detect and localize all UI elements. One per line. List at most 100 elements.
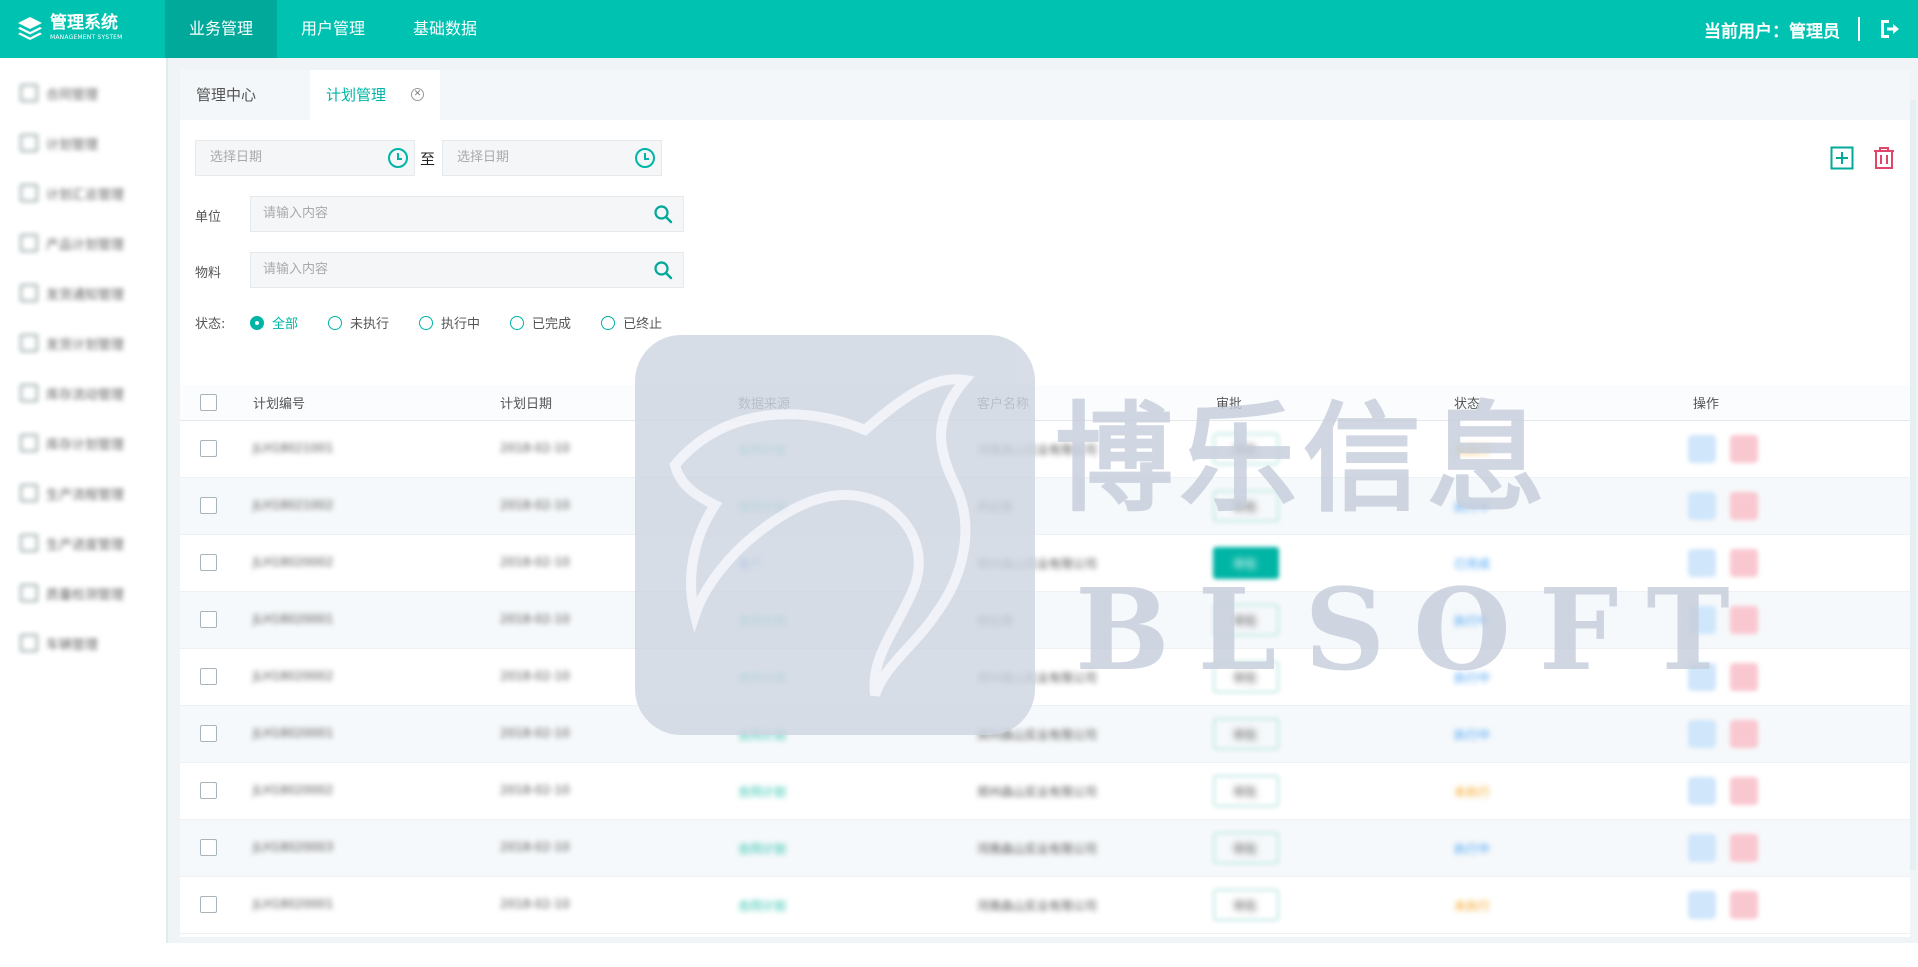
sidebar-item-label: 车辆管理 xyxy=(46,637,99,653)
approve-button[interactable]: 审批 xyxy=(1213,832,1279,864)
plan-date: 2018-02-10 xyxy=(500,498,570,512)
approve-button[interactable]: 审批 xyxy=(1213,547,1279,579)
document-icon xyxy=(20,384,38,402)
status-radio-all[interactable]: 全部 xyxy=(250,313,298,332)
status-radio-not-executed[interactable]: 未执行 xyxy=(328,313,389,332)
row-checkbox[interactable] xyxy=(200,668,217,685)
clock-icon[interactable] xyxy=(388,148,408,168)
sidebar-item[interactable]: 生产流程管理 xyxy=(0,468,166,518)
edit-icon[interactable] xyxy=(1688,720,1716,748)
sidebar-item[interactable]: 计划管理 xyxy=(0,118,166,168)
document-icon xyxy=(20,184,38,202)
sidebar-item[interactable]: 合同管理 xyxy=(0,68,166,118)
approve-label: 审批 xyxy=(1233,500,1258,514)
row-checkbox[interactable] xyxy=(200,839,217,856)
sidebar-item[interactable]: 生产进度管理 xyxy=(0,518,166,568)
select-all-checkbox[interactable] xyxy=(200,394,217,411)
approve-button[interactable]: 审批 xyxy=(1213,433,1279,465)
status-radio-executing[interactable]: 执行中 xyxy=(419,313,480,332)
search-icon[interactable] xyxy=(653,204,673,224)
approve-button[interactable]: 审批 xyxy=(1213,490,1279,522)
sidebar-item[interactable]: 库存流动管理 xyxy=(0,368,166,418)
col-plan-date: 计划日期 xyxy=(500,397,553,412)
edit-icon[interactable] xyxy=(1688,663,1716,691)
top-bar: 管理系统 MANAGEMENT SYSTEM 业务管理 用户管理 基础数据 当前… xyxy=(0,0,1918,58)
approve-button[interactable]: 审批 xyxy=(1213,661,1279,693)
delete-icon[interactable] xyxy=(1730,777,1758,805)
approve-button[interactable]: 审批 xyxy=(1213,889,1279,921)
customer-name: 河南森山实业有限公司 xyxy=(977,443,1098,457)
edit-icon[interactable] xyxy=(1688,777,1716,805)
sidebar: 合同管理 计划管理 计划汇总管理 产品计划管理 发货通知管理 发货计划管理 库存… xyxy=(0,58,168,943)
sidebar-item[interactable]: 库存计划管理 xyxy=(0,418,166,468)
start-date-input[interactable]: 选择日期 xyxy=(195,140,415,176)
unit-label: 单位 xyxy=(195,210,222,225)
customer-name: 河南森山实业有限公司 xyxy=(977,842,1098,856)
delete-icon[interactable] xyxy=(1730,549,1758,577)
table-row: JLH18020001 2018-02-10 合同计划 河南森山实业有限公司 审… xyxy=(180,877,1910,934)
sidebar-item-label: 生产流程管理 xyxy=(46,487,125,503)
sidebar-item[interactable]: 质量检测管理 xyxy=(0,568,166,618)
radio-label: 已终止 xyxy=(623,317,663,332)
edit-icon[interactable] xyxy=(1688,492,1716,520)
sidebar-item[interactable]: 发货通知管理 xyxy=(0,268,166,318)
logout-icon[interactable] xyxy=(1878,18,1900,40)
sidebar-item-label: 产品计划管理 xyxy=(46,237,125,253)
edit-icon[interactable] xyxy=(1688,891,1716,919)
material-input[interactable]: 请输入内容 xyxy=(250,252,684,288)
status-radio-completed[interactable]: 已完成 xyxy=(510,313,571,332)
nav-basic-data[interactable]: 基础数据 xyxy=(389,0,501,58)
status-radio-terminated[interactable]: 已终止 xyxy=(601,313,662,332)
nav-users[interactable]: 用户管理 xyxy=(277,0,389,58)
edit-icon[interactable] xyxy=(1688,549,1716,577)
delete-icon[interactable] xyxy=(1730,492,1758,520)
tab-management-center[interactable]: 管理中心 xyxy=(180,70,272,120)
vertical-scrollbar[interactable] xyxy=(1910,100,1916,870)
delete-icon[interactable] xyxy=(1730,834,1758,862)
plus-square-icon[interactable] xyxy=(1830,146,1854,170)
approve-button[interactable]: 审批 xyxy=(1213,775,1279,807)
row-checkbox[interactable] xyxy=(200,611,217,628)
sidebar-item[interactable]: 发货计划管理 xyxy=(0,318,166,368)
sidebar-item[interactable]: 车辆管理 xyxy=(0,618,166,668)
user-area: 当前用户：管理员 xyxy=(1704,0,1900,58)
end-date-input[interactable]: 选择日期 xyxy=(442,140,662,176)
unit-input[interactable]: 请输入内容 xyxy=(250,196,684,232)
plan-date: 2018-02-10 xyxy=(500,897,570,911)
approve-button[interactable]: 审批 xyxy=(1213,718,1279,750)
tab-plan-management[interactable]: 计划管理 ✕ xyxy=(310,70,440,120)
edit-icon[interactable] xyxy=(1688,435,1716,463)
edit-icon[interactable] xyxy=(1688,834,1716,862)
row-checkbox[interactable] xyxy=(200,725,217,742)
delete-icon[interactable] xyxy=(1730,891,1758,919)
status-badge: 已完成 xyxy=(1454,557,1491,571)
edit-icon[interactable] xyxy=(1688,606,1716,634)
layers-icon xyxy=(18,17,42,40)
document-icon xyxy=(20,434,38,452)
nav-business[interactable]: 业务管理 xyxy=(165,0,278,58)
end-date-placeholder: 选择日期 xyxy=(457,150,510,165)
status-radio-group: 全部 未执行 执行中 已完成 已终止 xyxy=(250,313,692,332)
trash-icon[interactable] xyxy=(1872,146,1896,170)
close-icon[interactable]: ✕ xyxy=(411,88,424,101)
customer-name: 郑州森山实业有限公司 xyxy=(977,557,1098,571)
delete-icon[interactable] xyxy=(1730,720,1758,748)
unit-placeholder: 请输入内容 xyxy=(263,206,329,221)
row-checkbox[interactable] xyxy=(200,896,217,913)
status-badge: 执行中 xyxy=(1454,671,1491,685)
search-icon[interactable] xyxy=(653,260,673,280)
table-row: JLH18020002 2018-02-10 合同计划 郑州森山实业有限公司 审… xyxy=(180,763,1910,820)
row-checkbox[interactable] xyxy=(200,440,217,457)
data-source: 合同计划 xyxy=(738,614,787,628)
app-logo[interactable]: 管理系统 MANAGEMENT SYSTEM xyxy=(16,14,123,42)
approve-button[interactable]: 审批 xyxy=(1213,604,1279,636)
delete-icon[interactable] xyxy=(1730,435,1758,463)
delete-icon[interactable] xyxy=(1730,663,1758,691)
sidebar-item[interactable]: 计划汇总管理 xyxy=(0,168,166,218)
row-checkbox[interactable] xyxy=(200,782,217,799)
sidebar-item[interactable]: 产品计划管理 xyxy=(0,218,166,268)
row-checkbox[interactable] xyxy=(200,554,217,571)
delete-icon[interactable] xyxy=(1730,606,1758,634)
clock-icon[interactable] xyxy=(635,148,655,168)
row-checkbox[interactable] xyxy=(200,497,217,514)
